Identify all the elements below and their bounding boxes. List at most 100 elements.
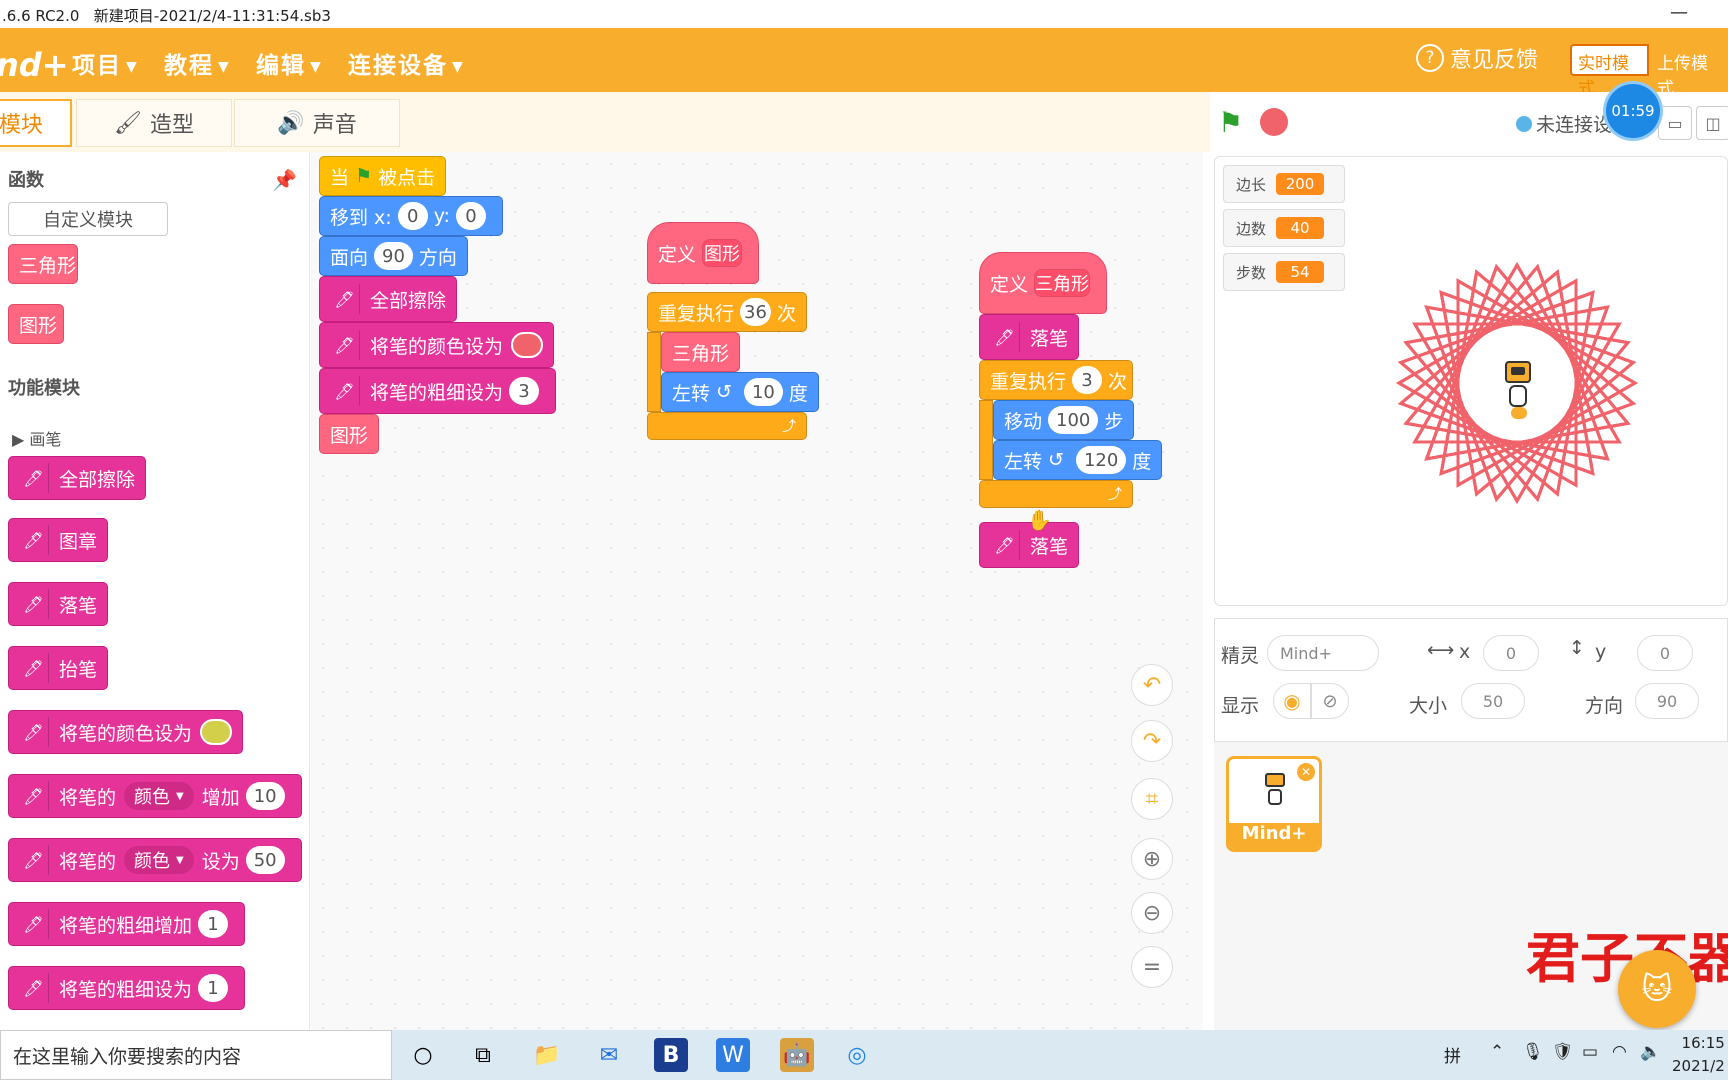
hat-green-flag[interactable]: 当 ⚑ 被点击 xyxy=(319,156,447,196)
repeat-input[interactable]: 36 xyxy=(740,298,771,326)
zoom-out-icon[interactable]: ⊖ xyxy=(1131,892,1173,934)
category-pen[interactable]: ▶ 画笔 xyxy=(12,426,61,450)
show-eye-icon[interactable]: ◉ xyxy=(1273,683,1311,719)
block-point-direction[interactable]: 面向 90 方向 xyxy=(319,236,468,276)
turn-input[interactable]: 10 xyxy=(743,378,783,406)
small-stage-icon[interactable]: ▭ xyxy=(1658,106,1692,140)
mail-icon[interactable]: ✉ xyxy=(592,1038,626,1072)
define-shape[interactable]: 定义 图形 xyxy=(647,222,759,284)
wps-icon[interactable]: W xyxy=(716,1038,750,1072)
task-view-icon[interactable]: ⧉ xyxy=(466,1038,500,1072)
direction-input[interactable]: 90 xyxy=(1635,683,1699,719)
block-pen-down[interactable]: 🖊 落笔 xyxy=(979,314,1080,360)
volume-icon[interactable]: 🔈 xyxy=(1640,1042,1661,1062)
browser-icon[interactable]: ◎ xyxy=(840,1038,874,1072)
menu-edit[interactable]: 编辑 ▼ xyxy=(256,46,323,80)
menu-project[interactable]: 项目 ▼ xyxy=(72,46,139,80)
cortana-icon[interactable]: ○ xyxy=(406,1038,440,1072)
x-input[interactable]: 0 xyxy=(1483,635,1539,671)
mode-upload[interactable]: 上传模式 xyxy=(1649,44,1728,99)
mind-plus-app-icon[interactable]: 🤖 xyxy=(780,1038,814,1072)
mind-plus-sprite[interactable] xyxy=(1501,353,1535,423)
stage-canvas[interactable]: 边长 200 边数 40 步数 54 xyxy=(1214,156,1728,606)
repeat-input[interactable]: 3 xyxy=(1072,366,1103,394)
block-move-steps[interactable]: 移动 100 步 xyxy=(993,400,1135,440)
turn-input[interactable]: 120 xyxy=(1075,446,1127,474)
palette-pen-stamp[interactable]: 🖊 图章 xyxy=(8,518,109,562)
menu-project-label: 项目 xyxy=(72,53,122,79)
x-input[interactable]: 0 xyxy=(397,202,428,230)
palette-pen-set-size[interactable]: 🖊 将笔的粗细设为 1 xyxy=(8,966,246,1010)
palette-pen-change-param[interactable]: 🖊 将笔的 颜色 ▼ 增加 10 xyxy=(8,774,302,818)
b-app-icon[interactable]: B xyxy=(654,1038,688,1072)
palette-pen-set-color[interactable]: 🖊 将笔的颜色设为 xyxy=(8,710,244,754)
block-repeat[interactable]: 重复执行 36 次 xyxy=(647,292,807,332)
define-triangle[interactable]: 定义 三角形 xyxy=(979,252,1107,314)
battery-icon[interactable]: ▭ xyxy=(1582,1042,1598,1062)
security-icon[interactable]: 🛡 xyxy=(1552,1042,1574,1062)
crop-icon[interactable]: ⌗ xyxy=(1131,778,1173,820)
mode-realtime[interactable]: 实时模式 xyxy=(1570,44,1649,99)
block-pen-set-size[interactable]: 🖊 将笔的粗细设为 3 xyxy=(319,368,557,414)
palette-pen-down[interactable]: 🖊 落笔 xyxy=(8,582,109,626)
tab-blocks[interactable]: 模块 xyxy=(0,99,72,147)
block-pen-set-color[interactable]: 🖊 将笔的颜色设为 xyxy=(319,322,555,368)
block-call-triangle[interactable]: 三角形 xyxy=(661,332,741,372)
block-turn-left[interactable]: 左转 ↺ 120 度 xyxy=(993,440,1163,480)
zoom-in-icon[interactable]: ⊕ xyxy=(1131,838,1173,880)
menu-tutorial[interactable]: 教程 ▼ xyxy=(164,46,231,80)
tab-sounds[interactable]: 🔊 声音 xyxy=(234,99,400,147)
param-dropdown[interactable]: 颜色 ▼ xyxy=(124,782,194,810)
pin-icon[interactable]: 📌 xyxy=(272,168,297,192)
microphone-icon[interactable]: 🎙 xyxy=(1522,1042,1544,1062)
block-pen-clear[interactable]: 🖊 全部擦除 xyxy=(319,276,458,322)
y-input[interactable]: 0 xyxy=(1637,635,1693,671)
wifi-icon[interactable]: ◠ xyxy=(1612,1042,1627,1062)
ime-indicator[interactable]: 拼 xyxy=(1444,1042,1461,1067)
green-flag-icon[interactable]: ⚑ xyxy=(1218,106,1243,139)
zoom-reset-icon[interactable]: = xyxy=(1131,946,1173,988)
value-input[interactable]: 10 xyxy=(245,782,285,810)
block-call-shape[interactable]: 图形 xyxy=(319,414,380,454)
mode-switch[interactable]: 实时模式 上传模式 xyxy=(1570,44,1728,99)
undo-icon[interactable]: ↶ xyxy=(1131,664,1173,706)
chevron-up-icon[interactable]: ⌃ xyxy=(1490,1042,1504,1062)
palette-pen-change-size[interactable]: 🖊 将笔的粗细增加 1 xyxy=(8,902,246,946)
steps-input[interactable]: 100 xyxy=(1048,406,1099,434)
size-input[interactable]: 3 xyxy=(509,377,540,405)
param-dropdown[interactable]: 颜色 ▼ xyxy=(124,846,194,874)
hide-eye-icon[interactable]: ⊘ xyxy=(1311,683,1349,719)
color-swatch[interactable] xyxy=(511,332,544,358)
palette-pen-up[interactable]: 🖊 抬笔 xyxy=(8,646,109,690)
script-workspace[interactable]: 当 ⚑ 被点击 移到 x: 0 y: 0 面向 90 方向 🖊 全部擦除 🖊 将笔的颜色设为 🖊 将… xyxy=(311,152,1203,1030)
value-input[interactable]: 50 xyxy=(245,846,285,874)
palette-fn-triangle[interactable]: 三角形 xyxy=(8,244,78,284)
menu-connect[interactable]: 连接设备 ▼ xyxy=(348,46,465,80)
sprite-thumbnail[interactable]: ✕ Mind+ xyxy=(1226,756,1322,852)
feedback-button[interactable]: ? 意见反馈 xyxy=(1416,42,1538,74)
palette-pen-set-param[interactable]: 🖊 将笔的 颜色 ▼ 设为 50 xyxy=(8,838,302,882)
y-input[interactable]: 0 xyxy=(455,202,486,230)
value-input[interactable]: 1 xyxy=(198,974,229,1002)
value-input[interactable]: 1 xyxy=(198,910,229,938)
large-stage-icon[interactable]: ◫ xyxy=(1696,106,1728,140)
palette-pen-clear[interactable]: 🖊 全部擦除 xyxy=(8,456,147,500)
block-turn-left[interactable]: 左转 ↺ 10 度 xyxy=(661,372,819,412)
palette-fn-shape[interactable]: 图形 xyxy=(8,304,64,344)
delete-icon[interactable]: ✕ xyxy=(1297,763,1315,781)
custom-block-button[interactable]: 自定义模块 xyxy=(8,202,168,236)
color-swatch[interactable] xyxy=(200,719,233,745)
file-explorer-icon[interactable]: 📁 xyxy=(530,1038,564,1072)
minimize-button[interactable]: — xyxy=(1670,2,1688,23)
size-input[interactable]: 50 xyxy=(1461,683,1525,719)
block-goto-xy[interactable]: 移到 x: 0 y: 0 xyxy=(319,196,503,236)
sprite-name-input[interactable]: Mind+ xyxy=(1267,635,1379,671)
repeat-footer: ⤴ xyxy=(979,480,1133,508)
direction-input[interactable]: 90 xyxy=(374,242,413,270)
cat-assistant-icon[interactable]: 🐱 xyxy=(1618,950,1696,1028)
stop-icon[interactable] xyxy=(1260,108,1288,136)
taskbar-search[interactable]: 在这里输入你要搜索的内容 xyxy=(0,1030,392,1080)
block-repeat[interactable]: 重复执行 3 次 xyxy=(979,360,1133,400)
tab-costumes[interactable]: 🖌 造型 xyxy=(76,99,232,147)
redo-icon[interactable]: ↷ xyxy=(1131,720,1173,762)
